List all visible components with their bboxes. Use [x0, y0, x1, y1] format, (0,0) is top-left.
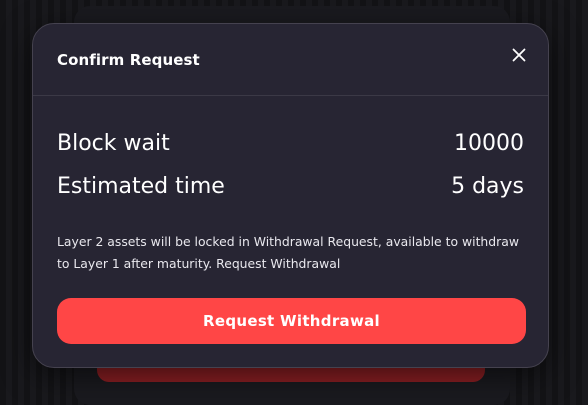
withdrawal-note: Layer 2 assets will be locked in Withdra…: [57, 234, 519, 271]
estimated-time-value: 5 days: [451, 174, 524, 199]
estimated-time-row: Estimated time 5 days: [57, 174, 524, 204]
estimated-time-label: Estimated time: [57, 174, 225, 199]
block-wait-row: Block wait 10000: [57, 131, 524, 161]
modal-title: Confirm Request: [57, 51, 200, 69]
confirm-request-modal: Confirm Request Block wait 10000 Estimat…: [32, 23, 549, 368]
modal-header: Confirm Request: [33, 24, 548, 96]
request-withdrawal-button[interactable]: Request Withdrawal: [57, 298, 526, 344]
block-wait-label: Block wait: [57, 131, 170, 156]
block-wait-value: 10000: [454, 131, 524, 156]
close-icon[interactable]: [510, 46, 528, 64]
